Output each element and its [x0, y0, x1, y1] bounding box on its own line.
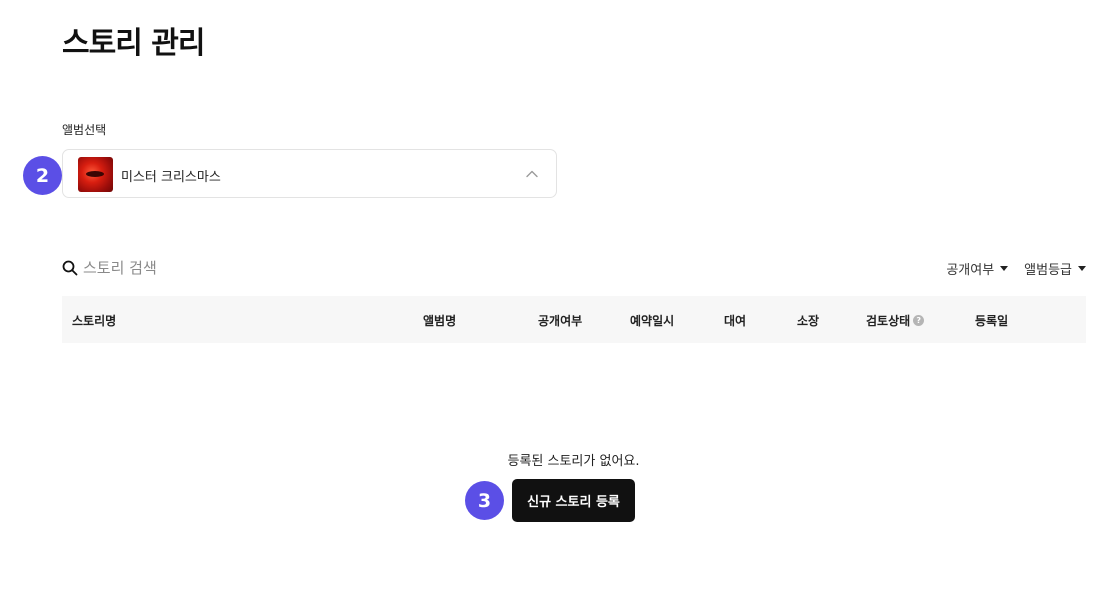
help-icon[interactable]: ? — [913, 315, 925, 326]
album-select-label: 앨범선택 — [62, 123, 107, 137]
empty-state-message: 등록된 스토리가 없어요. — [507, 454, 640, 469]
filter-public-status-label: 공개여부 — [946, 263, 995, 278]
column-header-public-status: 공개여부 — [538, 314, 583, 328]
page-title: 스토리 관리 — [62, 26, 205, 61]
column-header-reservation-time: 예약일시 — [630, 314, 675, 328]
story-management-page: 스토리 관리 앨범선택 2 미스터 크리스마스 공개여부 앨범등급 스토리명 앨… — [0, 0, 1109, 607]
column-header-story-name: 스토리명 — [72, 314, 117, 328]
search-input[interactable] — [83, 259, 263, 277]
caret-down-icon — [1000, 266, 1009, 271]
column-header-rent: 대여 — [724, 314, 747, 328]
filter-album-grade-label: 앨범등급 — [1024, 263, 1072, 278]
chevron-up-icon[interactable] — [525, 167, 539, 181]
filter-public-status[interactable]: 공개여부 — [946, 259, 1009, 278]
column-header-registration-date: 등록일 — [975, 314, 1009, 328]
search-icon — [62, 260, 78, 276]
selected-album-name: 미스터 크리스마스 — [121, 170, 221, 185]
table-header: 스토리명 앨범명 공개여부 예약일시 대여 소장 검토상태 ? 등록일 — [62, 296, 1086, 343]
column-header-review-status: 검토상태 ? — [866, 312, 925, 329]
album-cover-thumbnail — [78, 157, 113, 192]
filter-album-grade[interactable]: 앨범등급 — [1024, 259, 1086, 278]
album-select-dropdown[interactable]: 미스터 크리스마스 — [62, 149, 557, 198]
new-story-button[interactable]: 신규 스토리 등록 — [512, 479, 635, 522]
caret-down-icon — [1078, 266, 1086, 271]
column-header-album-name: 앨범명 — [423, 314, 457, 328]
filter-group: 공개여부 앨범등급 — [946, 259, 1086, 278]
step-badge-2: 2 — [23, 156, 62, 195]
step-badge-3: 3 — [465, 481, 504, 520]
story-search — [62, 257, 263, 279]
column-header-own: 소장 — [797, 314, 820, 328]
column-header-review-status-label: 검토상태 — [866, 314, 911, 328]
